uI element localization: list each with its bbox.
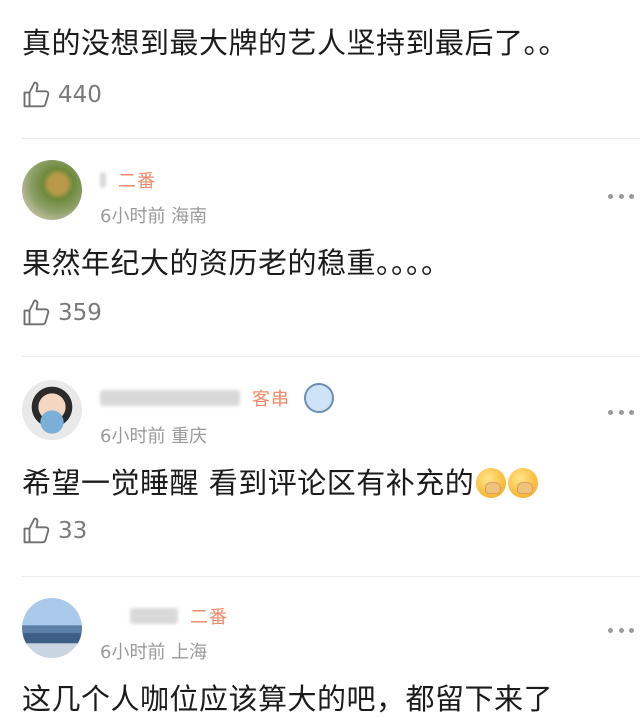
like-count: 359 [58,300,102,326]
like-count: 33 [58,518,88,544]
comment-meta: 6小时前 上海 [100,642,208,663]
thumbs-up-icon [23,81,50,108]
cartoon-sticker-icon [304,383,334,413]
comment-2: 二番 6小时前 海南 果然年纪大的资历老的稳重。。。。 359 [0,140,640,358]
avatar[interactable] [22,380,82,440]
username-row[interactable]: 客串 [100,383,334,413]
username-redacted [100,172,106,188]
comment-text: 果然年纪大的资历老的稳重。。。。 [22,246,451,280]
username-redacted [100,390,240,406]
role-badge: 二番 [190,607,228,628]
comment-meta: 6小时前 重庆 [100,426,208,447]
role-badge: 客串 [252,389,290,410]
comment-3: 客串 6小时前 重庆 希望一觉睡醒 看到评论区有补充的 33 [0,358,640,576]
comment-meta: 6小时前 海南 [100,206,208,227]
covering-mouth-emoji-icon [508,468,539,498]
thumbs-up-icon [23,517,50,544]
covering-mouth-emoji-icon [476,468,507,498]
thumbs-up-icon [23,299,50,326]
comment-1: 真的没想到最大牌的艺人坚持到最后了。。 440 [0,0,640,135]
more-options-button[interactable] [608,626,634,634]
like-button[interactable]: 33 [22,516,87,546]
username-redacted [130,608,178,624]
comment-text: 真的没想到最大牌的艺人坚持到最后了。。 [22,26,569,60]
username-row[interactable]: 二番 [100,166,156,194]
avatar[interactable] [22,160,82,220]
divider [22,356,640,357]
comment-text: 希望一觉睡醒 看到评论区有补充的 [22,466,475,500]
more-options-button[interactable] [608,192,634,200]
like-button[interactable]: 440 [22,80,102,110]
avatar[interactable] [22,598,82,658]
more-dots-icon [608,627,613,633]
like-button[interactable]: 359 [22,298,102,328]
more-dots-icon [608,193,613,199]
more-options-button[interactable] [608,408,634,416]
divider [22,138,640,139]
comment-text-row: 希望一觉睡醒 看到评论区有补充的 [22,460,539,502]
username-row[interactable]: 二番 [100,602,228,630]
comment-text: 这几个人咖位应该算大的吧，都留下来了 [22,682,554,716]
more-dots-icon [608,409,613,415]
role-badge: 二番 [118,171,156,192]
comment-4: 二番 6小时前 上海 这几个人咖位应该算大的吧，都留下来了 [0,578,640,716]
divider [22,576,640,577]
like-count: 440 [58,82,102,108]
